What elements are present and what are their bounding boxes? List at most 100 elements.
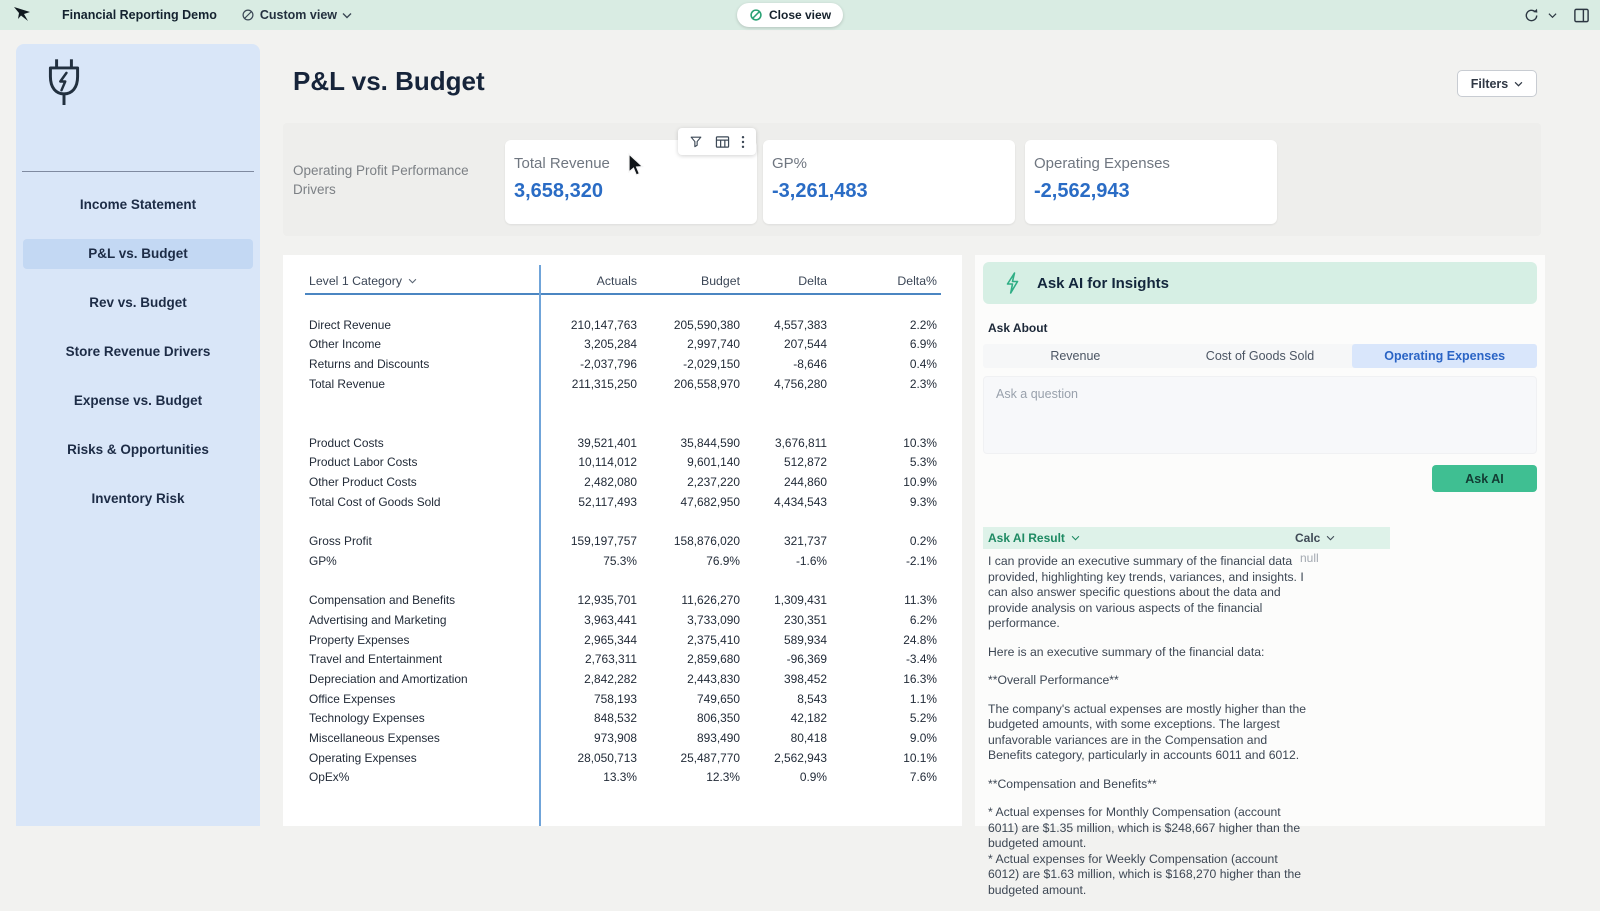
refresh-button[interactable] xyxy=(1523,7,1540,24)
cell-value: 2,842,282 xyxy=(540,672,637,686)
funnel-icon xyxy=(689,135,703,149)
cell-value: 10,114,012 xyxy=(540,455,637,469)
cell-value: 11,626,270 xyxy=(637,593,740,607)
column-header-budget[interactable]: Budget xyxy=(637,274,740,288)
sidebar-item-p-l-vs-budget[interactable]: P&L vs. Budget xyxy=(23,239,253,269)
close-view-button[interactable]: Close view xyxy=(737,3,843,27)
page-title: P&L vs. Budget xyxy=(293,66,485,97)
kpi-band-label: Operating Profit Performance Drivers xyxy=(293,161,488,199)
table-row[interactable]: Miscellaneous Expenses973,908893,49080,4… xyxy=(283,728,962,748)
cell-value: 10.9% xyxy=(827,475,937,489)
table-row[interactable]: Compensation and Benefits12,935,70111,62… xyxy=(283,590,962,610)
table-row[interactable]: Total Cost of Goods Sold52,117,49347,682… xyxy=(283,492,962,512)
ask-ai-button[interactable]: Ask AI xyxy=(1432,465,1537,492)
table-row[interactable]: Office Expenses758,193749,6508,5431.1% xyxy=(283,689,962,709)
more-options-button[interactable] xyxy=(741,135,745,149)
kpi-label: GP% xyxy=(772,155,1015,172)
table-row[interactable]: Direct Revenue210,147,763205,590,3804,55… xyxy=(283,315,962,335)
cell-value: -96,369 xyxy=(740,652,827,666)
column-header-delta-pct[interactable]: Delta% xyxy=(827,274,937,288)
cell-value: 2,965,344 xyxy=(540,633,637,647)
table-row[interactable]: Other Income3,205,2842,997,740207,5446.9… xyxy=(283,334,962,354)
cell-value: 2,375,410 xyxy=(637,633,740,647)
table-row[interactable]: Depreciation and Amortization2,842,2822,… xyxy=(283,669,962,689)
ask-about-tab-revenue[interactable]: Revenue xyxy=(983,344,1168,368)
cell-category: Technology Expenses xyxy=(283,711,540,725)
filters-button[interactable]: Filters xyxy=(1457,70,1537,97)
ai-result-paragraph: **Compensation and Benefits** xyxy=(988,777,1310,793)
ai-result-text: I can provide an executive summary of th… xyxy=(988,554,1310,911)
cell-category: Depreciation and Amortization xyxy=(283,672,540,686)
calc-column-header[interactable]: Calc xyxy=(1295,531,1335,545)
table-row[interactable]: Gross Profit159,197,757158,876,020321,73… xyxy=(283,531,962,551)
toggle-panel-button[interactable] xyxy=(1573,7,1590,24)
cell-category: Travel and Entertainment xyxy=(283,652,540,666)
cell-category: Property Expenses xyxy=(283,633,540,647)
cell-value: -3.4% xyxy=(827,652,937,666)
table-row[interactable]: Travel and Entertainment2,763,3112,859,6… xyxy=(283,649,962,669)
cell-value: 5.3% xyxy=(827,455,937,469)
sidebar-item-risks-opportunities[interactable]: Risks & Opportunities xyxy=(23,435,253,465)
ask-ai-panel: Ask AI for Insights Ask About RevenueCos… xyxy=(975,255,1545,826)
table-row[interactable]: Product Costs39,521,40135,844,5903,676,8… xyxy=(283,433,962,453)
table-row[interactable]: Other Product Costs2,482,0802,237,220244… xyxy=(283,472,962,492)
cell-value: 12,935,701 xyxy=(540,593,637,607)
sidebar: Income Statement P&L vs. Budget Rev vs. Bu… xyxy=(16,44,260,826)
question-input[interactable] xyxy=(983,376,1537,454)
column-header-category[interactable]: Level 1 Category xyxy=(283,274,540,288)
table-row[interactable]: Returns and Discounts-2,037,796-2,029,15… xyxy=(283,354,962,374)
table-row[interactable]: Property Expenses2,965,3442,375,410589,9… xyxy=(283,630,962,650)
cell-category: Other Income xyxy=(283,337,540,351)
cell-value: 3,733,090 xyxy=(637,613,740,627)
sidebar-divider xyxy=(22,171,254,172)
show-underlying-data-button[interactable] xyxy=(715,135,730,149)
table-header-row: Level 1 Category Actuals Budget Delta De… xyxy=(283,269,962,293)
app-logo-bird-icon[interactable] xyxy=(12,5,34,25)
cell-category: OpEx% xyxy=(283,770,540,784)
chevron-down-icon xyxy=(1071,535,1080,541)
cell-value: 512,872 xyxy=(740,455,827,469)
cell-value: 211,315,250 xyxy=(540,377,637,391)
column-header-delta[interactable]: Delta xyxy=(740,274,827,288)
top-bar: Financial Reporting Demo Custom view Clo… xyxy=(0,0,1600,30)
ask-ai-header: Ask AI for Insights xyxy=(983,262,1537,304)
cell-value: 25,487,770 xyxy=(637,751,740,765)
table-row[interactable]: GP%75.3%76.9%-1.6%-2.1% xyxy=(283,551,962,571)
cell-value: -2,029,150 xyxy=(637,357,740,371)
kpi-card[interactable]: Operating Expenses-2,562,943 xyxy=(1025,140,1277,224)
table-row[interactable]: OpEx%13.3%12.3%0.9%7.6% xyxy=(283,768,962,788)
cell-value: 205,590,380 xyxy=(637,318,740,332)
ask-about-tab-cost-of-goods-sold[interactable]: Cost of Goods Sold xyxy=(1168,344,1353,368)
kebab-menu-icon xyxy=(741,135,745,149)
cell-value: 244,860 xyxy=(740,475,827,489)
kpi-band: Operating Profit Performance Drivers Tot… xyxy=(283,123,1541,236)
cell-value: 210,147,763 xyxy=(540,318,637,332)
table-row[interactable]: Technology Expenses848,532806,35042,1825… xyxy=(283,708,962,728)
kpi-card[interactable]: GP%-3,261,483 xyxy=(763,140,1015,224)
kpi-value: -2,562,943 xyxy=(1034,180,1277,203)
sidebar-item-rev-vs-budget[interactable]: Rev vs. Budget xyxy=(23,288,253,318)
ask-about-tab-operating-expenses[interactable]: Operating Expenses xyxy=(1352,344,1537,368)
view-mode-dropdown[interactable]: Custom view xyxy=(241,8,352,22)
cell-category: Product Costs xyxy=(283,436,540,450)
table-row[interactable]: Product Labor Costs10,114,0129,601,14051… xyxy=(283,453,962,473)
ai-result-column-header[interactable]: Ask AI Result xyxy=(983,531,1295,545)
cell-value: 230,351 xyxy=(740,613,827,627)
column-header-actuals[interactable]: Actuals xyxy=(540,274,637,288)
table-row[interactable]: Advertising and Marketing3,963,4413,733,… xyxy=(283,610,962,630)
sidebar-item-income-statement[interactable]: Income Statement xyxy=(23,190,253,220)
refresh-chevron-down-icon[interactable] xyxy=(1548,12,1557,19)
filter-button[interactable] xyxy=(689,135,703,149)
cell-value: 28,050,713 xyxy=(540,751,637,765)
cell-value: 749,650 xyxy=(637,692,740,706)
sidebar-item-inventory-risk[interactable]: Inventory Risk xyxy=(23,484,253,514)
cell-category: Compensation and Benefits xyxy=(283,593,540,607)
sidebar-item-expense-vs-budget[interactable]: Expense vs. Budget xyxy=(23,386,253,416)
table-row[interactable]: Operating Expenses28,050,71325,487,7702,… xyxy=(283,748,962,768)
sidebar-item-store-revenue-drivers[interactable]: Store Revenue Drivers xyxy=(23,337,253,367)
cell-value: 52,117,493 xyxy=(540,495,637,509)
cell-value: 207,544 xyxy=(740,337,827,351)
cell-category: Miscellaneous Expenses xyxy=(283,731,540,745)
table-row[interactable]: Total Revenue211,315,250206,558,9704,756… xyxy=(283,374,962,394)
cell-value: 80,418 xyxy=(740,731,827,745)
